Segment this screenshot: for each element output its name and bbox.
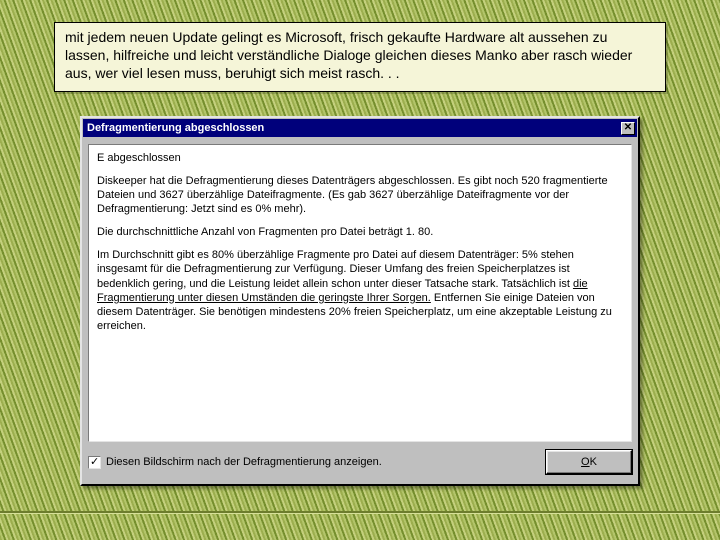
body-paragraph-1: Diskeeper hat die Defragmentierung diese… (97, 174, 623, 216)
show-again-checkbox[interactable]: Diesen Bildschirm nach der Defragmentier… (88, 456, 382, 469)
body-paragraph-2: Die durchschnittliche Anzahl von Fragmen… (97, 225, 623, 239)
dialog-title: Defragmentierung abgeschlossen (87, 122, 264, 134)
close-icon: ✕ (624, 123, 632, 133)
page-background: mit jedem neuen Update gelingt es Micros… (0, 0, 720, 540)
ok-label: OK (581, 456, 597, 468)
caption-box: mit jedem neuen Update gelingt es Micros… (54, 22, 666, 92)
caption-text: mit jedem neuen Update gelingt es Micros… (65, 29, 632, 81)
dialog-body: E abgeschlossen Diskeeper hat die Defrag… (88, 144, 632, 442)
dialog-footer: Diesen Bildschirm nach der Defragmentier… (88, 446, 632, 478)
body-line-status: E abgeschlossen (97, 151, 623, 165)
checkbox-label: Diesen Bildschirm nach der Defragmentier… (106, 456, 382, 468)
ok-button[interactable]: OK (546, 450, 632, 474)
checkbox-icon (88, 456, 101, 469)
close-button[interactable]: ✕ (621, 122, 635, 135)
defrag-dialog: Defragmentierung abgeschlossen ✕ E abges… (80, 116, 640, 486)
body-paragraph-3: Im Durchschnitt gibt es 80% überzählige … (97, 248, 623, 332)
dialog-titlebar[interactable]: Defragmentierung abgeschlossen ✕ (83, 119, 637, 137)
page-divider (0, 511, 720, 514)
body-p3-pre: Im Durchschnitt gibt es 80% überzählige … (97, 249, 574, 289)
